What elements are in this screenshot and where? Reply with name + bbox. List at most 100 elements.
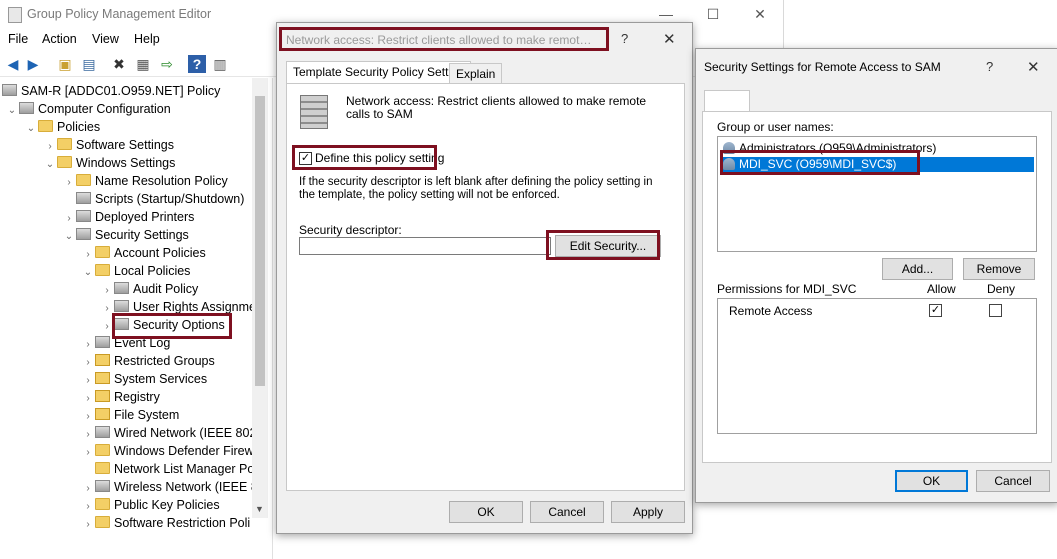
help-icon[interactable]: ? — [188, 55, 206, 73]
tree-node-label: Audit Policy — [133, 282, 199, 296]
server-icon — [300, 95, 328, 129]
tree-node-file-system[interactable]: › File System — [81, 406, 179, 424]
permission-remote-access: Remote Access — [729, 304, 813, 318]
ok-button[interactable]: OK — [449, 501, 523, 523]
tree-node-registry[interactable]: › Registry — [81, 388, 160, 406]
tree-node-windows-defender-firew[interactable]: › Windows Defender Firew — [81, 442, 254, 460]
tree-node-label: Deployed Printers — [95, 210, 195, 224]
close-button[interactable]: ✕ — [737, 0, 783, 28]
forward-arrow-icon[interactable]: ▶ — [24, 55, 42, 73]
allow-header: Allow — [927, 282, 956, 296]
tab-explain[interactable]: Explain — [449, 63, 503, 84]
show-tree-icon[interactable]: ▤ — [80, 55, 98, 73]
groups-listbox[interactable]: Administrators (O959\Administrators) MDI… — [717, 136, 1037, 252]
close-button[interactable]: ✕ — [663, 30, 676, 48]
policy-icon — [76, 192, 91, 204]
tree-node-deployed-printers[interactable]: › Deployed Printers — [62, 208, 194, 226]
export-icon[interactable]: ⇨ — [158, 55, 176, 73]
tree-node-public-key-policies[interactable]: › Public Key Policies — [81, 496, 220, 514]
policy-icon — [76, 210, 91, 222]
tree-node-policies[interactable]: ⌄ Policies — [24, 118, 100, 136]
tree-node-software-settings[interactable]: › Software Settings — [43, 136, 174, 154]
tree-root-label: SAM-R [ADDC01.O959.NET] Policy — [21, 84, 221, 98]
scroll-down-icon[interactable]: ▼ — [255, 504, 264, 514]
folder-icon — [57, 138, 72, 150]
chevron-right-icon[interactable]: › — [81, 516, 95, 534]
tree-node-label: Policies — [57, 120, 101, 134]
tree-node-security-options[interactable]: › Security Options — [100, 316, 225, 334]
tree-scrollbar-thumb[interactable] — [255, 96, 265, 386]
tree-node-security-settings[interactable]: ⌄ Security Settings — [62, 226, 189, 244]
tree-node-account-policies[interactable]: › Account Policies — [81, 244, 206, 262]
tree-node-windows-settings[interactable]: ⌄ Windows Settings — [43, 154, 175, 172]
tree-node-local-policies[interactable]: ⌄ Local Policies — [81, 262, 190, 280]
lock-folder-icon — [95, 354, 110, 366]
tree-node-event-log[interactable]: › Event Log — [81, 334, 170, 352]
tree-node-label: Local Policies — [114, 264, 191, 278]
remove-button[interactable]: Remove — [963, 258, 1035, 280]
ok-button[interactable]: OK — [895, 470, 968, 492]
help-button[interactable]: ? — [986, 59, 993, 74]
security-descriptor-field[interactable] — [299, 237, 551, 255]
view-icon[interactable]: ▥ — [211, 55, 229, 73]
tab-template-security[interactable]: Template Security Policy Setting — [286, 61, 472, 84]
tree-node-network-list-manager-po[interactable]: Network List Manager Po — [81, 460, 254, 478]
tree-node-software-restriction-poli[interactable]: › Software Restriction Poli — [81, 514, 250, 532]
tree-node-label: Windows Defender Firew — [114, 444, 254, 458]
maximize-button[interactable]: ☐ — [690, 0, 736, 28]
tree-node-audit-policy[interactable]: › Audit Policy — [100, 280, 198, 298]
lock-folder-icon — [95, 390, 110, 402]
menu-action[interactable]: Action — [42, 32, 77, 46]
tree-node-scripts-startup-shutdown[interactable]: Scripts (Startup/Shutdown) — [62, 190, 244, 208]
tree-node-label: Wired Network (IEEE 802. — [114, 426, 260, 440]
menu-file[interactable]: File — [8, 32, 28, 46]
policy-name: Network access: Restrict clients allowed… — [346, 94, 647, 121]
edit-security-button[interactable]: Edit Security... — [555, 235, 661, 257]
tree-node-wired-network-ieee-802[interactable]: › Wired Network (IEEE 802. — [81, 424, 260, 442]
folder-icon — [95, 498, 110, 510]
tree-node-restricted-groups[interactable]: › Restricted Groups — [81, 352, 215, 370]
chevron-down-icon[interactable]: ⌄ — [24, 120, 38, 138]
allow-checkbox[interactable]: ✓ — [929, 304, 942, 317]
tree-node-label: Wireless Network (IEEE 80 — [114, 480, 265, 494]
add-button[interactable]: Add... — [882, 258, 953, 280]
permissions-listbox: Remote Access ✓ — [717, 298, 1037, 434]
app-icon — [8, 7, 22, 23]
lock-folder-icon — [95, 408, 110, 420]
tree-node-name-resolution-policy[interactable]: › Name Resolution Policy — [62, 172, 228, 190]
define-policy-checkbox[interactable]: ✓ — [299, 152, 312, 165]
cancel-button[interactable]: Cancel — [530, 501, 604, 523]
chevron-down-icon[interactable]: ⌄ — [81, 264, 95, 282]
menu-view[interactable]: View — [92, 32, 119, 46]
tree-root[interactable]: SAM-R [ADDC01.O959.NET] Policy — [2, 82, 220, 100]
policy-icon — [19, 102, 34, 114]
tree-node-system-services[interactable]: › System Services — [81, 370, 207, 388]
menu-help[interactable]: Help — [134, 32, 160, 46]
tree-node-user-rights-assignme[interactable]: › User Rights Assignme — [100, 298, 256, 316]
chevron-down-icon[interactable]: ⌄ — [43, 156, 57, 174]
security-panel: Group or user names: Administrators (O95… — [702, 111, 1052, 463]
chevron-down-icon[interactable]: ⌄ — [62, 228, 76, 246]
close-button[interactable]: ✕ — [1027, 58, 1040, 76]
console-tree: SAM-R [ADDC01.O959.NET] Policy ⌄ Computer… — [0, 78, 268, 559]
tree-node-label: User Rights Assignme — [133, 300, 256, 314]
group-icon — [723, 142, 735, 154]
descriptor-label: Security descriptor: — [299, 223, 402, 237]
deny-checkbox[interactable] — [989, 304, 1002, 317]
tree-node-computer-configuration[interactable]: ⌄ Computer Configuration — [5, 100, 171, 118]
tree-node-label: Scripts (Startup/Shutdown) — [95, 192, 245, 206]
delete-icon[interactable]: ✖ — [110, 55, 128, 73]
define-policy-label[interactable]: Define this policy setting — [315, 151, 444, 165]
back-arrow-icon[interactable]: ◀ — [4, 55, 22, 73]
group-item-mdi-svc[interactable]: MDI_SVC (O959\MDI_SVC$) — [723, 157, 1034, 172]
blank-tab[interactable] — [704, 90, 750, 113]
tree-node-wireless-network-ieee-80[interactable]: › Wireless Network (IEEE 80 — [81, 478, 265, 496]
policy-icon — [95, 336, 110, 348]
help-button[interactable]: ? — [621, 31, 628, 46]
chevron-down-icon[interactable]: ⌄ — [5, 102, 19, 120]
apply-button[interactable]: Apply — [611, 501, 685, 523]
properties-icon[interactable]: ▦ — [134, 55, 152, 73]
group-item-administrators[interactable]: Administrators (O959\Administrators) — [723, 141, 936, 156]
cancel-button[interactable]: Cancel — [976, 470, 1050, 492]
up-folder-icon[interactable]: ▣ — [56, 55, 74, 73]
